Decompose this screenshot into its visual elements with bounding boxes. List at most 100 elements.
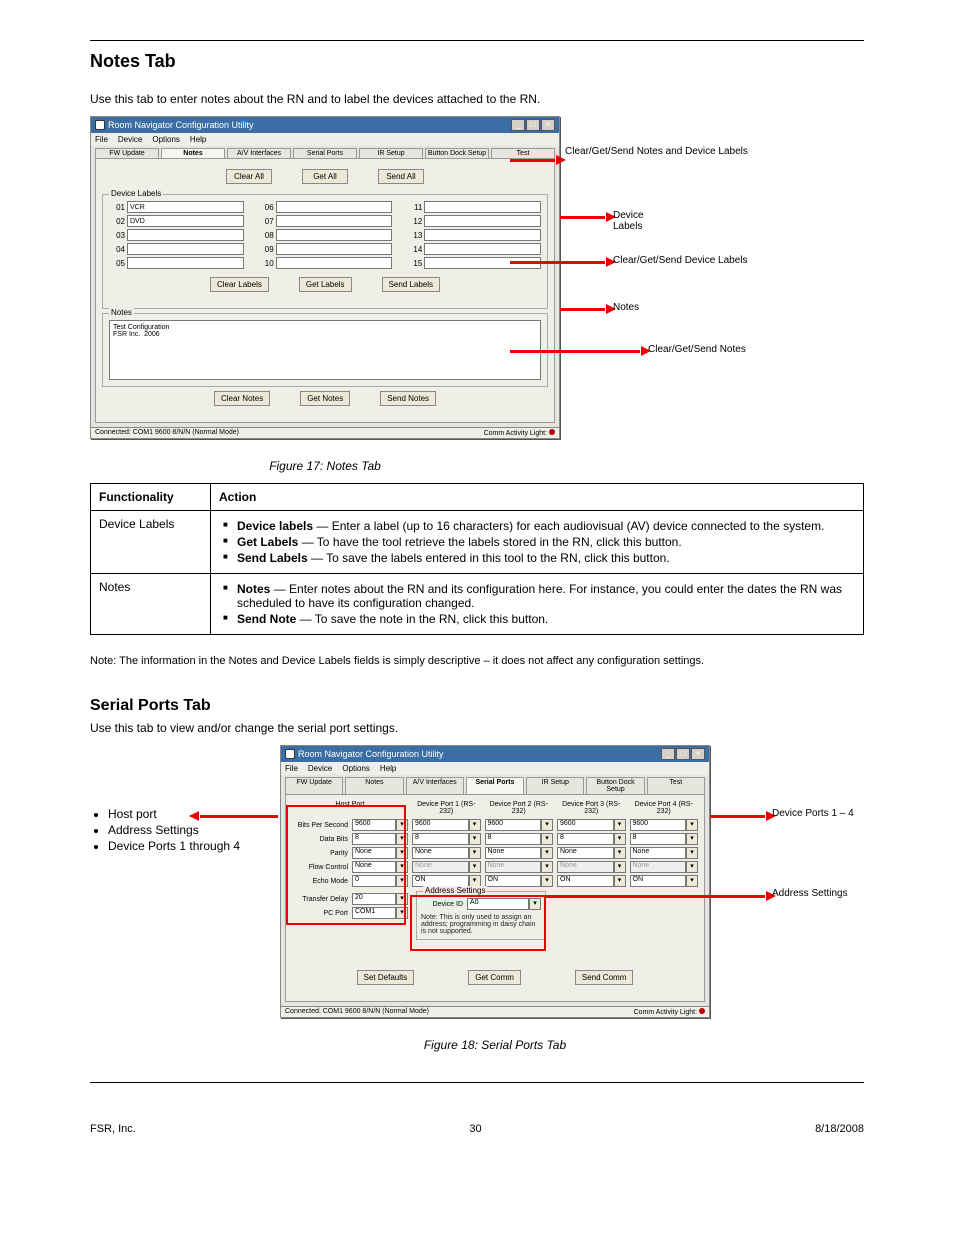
notes-textarea[interactable]: Test Configuration FSR Inc. 2006 xyxy=(109,320,541,380)
device-label-04[interactable] xyxy=(127,243,244,255)
device-label-03[interactable] xyxy=(127,229,244,241)
tab-serial-ports[interactable]: Serial Ports xyxy=(466,777,524,794)
set-defaults-button[interactable]: Set Defaults xyxy=(357,970,415,985)
dropdown-icon[interactable]: ▾ xyxy=(469,819,481,831)
dropdown-icon[interactable]: ▾ xyxy=(469,861,481,873)
tab-notes[interactable]: Notes xyxy=(345,777,403,794)
dropdown-icon[interactable]: ▾ xyxy=(529,898,541,910)
get-comm-button[interactable]: Get Comm xyxy=(468,970,521,985)
menubar[interactable]: FileDeviceOptionsHelp xyxy=(281,762,709,775)
callout-arrow-icon xyxy=(545,895,765,898)
callout-arrow-icon xyxy=(510,261,605,264)
tab-notes[interactable]: Notes xyxy=(161,148,225,158)
device-label-08[interactable] xyxy=(276,229,393,241)
dropdown-icon[interactable]: ▾ xyxy=(541,833,553,845)
tab-button-dock-setup[interactable]: Button Dock Setup xyxy=(425,148,489,158)
tab-test[interactable]: Test xyxy=(647,777,705,794)
device-label-12[interactable] xyxy=(424,215,541,227)
tab-ir-setup[interactable]: IR Setup xyxy=(359,148,423,158)
callout-arrow-icon xyxy=(510,350,640,353)
device-label-11[interactable] xyxy=(424,201,541,213)
get-notes-button[interactable]: Get Notes xyxy=(300,391,350,406)
tab-fw-update[interactable]: FW Update xyxy=(95,148,159,158)
dropdown-icon[interactable]: ▾ xyxy=(541,819,553,831)
app-icon xyxy=(285,749,295,759)
device-label-01[interactable] xyxy=(127,201,244,213)
device-label-05[interactable] xyxy=(127,257,244,269)
tab-button-dock-setup[interactable]: Button Dock Setup xyxy=(586,777,644,794)
dropdown-icon[interactable]: ▾ xyxy=(614,819,626,831)
minimize-button[interactable]: _ xyxy=(511,119,525,131)
device-label-07[interactable] xyxy=(276,215,393,227)
tab-a-v-interfaces[interactable]: A/V Interfaces xyxy=(227,148,291,158)
footer-company: FSR, Inc. xyxy=(90,1123,136,1135)
dropdown-icon[interactable]: ▾ xyxy=(686,833,698,845)
device-label-13[interactable] xyxy=(424,229,541,241)
tab-a-v-interfaces[interactable]: A/V Interfaces xyxy=(406,777,464,794)
functionality-table: FunctionalityAction Device LabelsDevice … xyxy=(90,483,864,635)
dropdown-icon[interactable]: ▾ xyxy=(541,847,553,859)
minimize-button[interactable]: _ xyxy=(661,748,675,760)
clear-all-button[interactable]: Clear All xyxy=(226,169,272,184)
callout-arrow-icon xyxy=(560,308,605,311)
clear-labels-button[interactable]: Clear Labels xyxy=(210,277,269,292)
send-notes-button[interactable]: Send Notes xyxy=(380,391,436,406)
device-label-06[interactable] xyxy=(276,201,393,213)
footer-page: 30 xyxy=(469,1123,481,1135)
footer-date: 8/18/2008 xyxy=(815,1123,864,1135)
serial-intro: Use this tab to view and/or change the s… xyxy=(90,721,864,735)
tab-serial-ports[interactable]: Serial Ports xyxy=(293,148,357,158)
tab-fw-update[interactable]: FW Update xyxy=(285,777,343,794)
device-label-14[interactable] xyxy=(424,243,541,255)
callout-addr: Address Settings xyxy=(772,888,902,899)
send-all-button[interactable]: Send All xyxy=(378,169,424,184)
window-title: Room Navigator Configuration Utility xyxy=(108,120,254,130)
dropdown-icon[interactable]: ▾ xyxy=(396,875,408,887)
device-label-09[interactable] xyxy=(276,243,393,255)
dropdown-icon[interactable]: ▾ xyxy=(614,861,626,873)
send-labels-button[interactable]: Send Labels xyxy=(382,277,440,292)
comm-activity-label: Comm Activity Light: xyxy=(634,1008,705,1016)
clear-notes-button[interactable]: Clear Notes xyxy=(214,391,270,406)
dropdown-icon[interactable]: ▾ xyxy=(396,893,408,905)
notes-group-title: Notes xyxy=(109,308,134,317)
dropdown-icon[interactable]: ▾ xyxy=(614,875,626,887)
dropdown-icon[interactable]: ▾ xyxy=(396,833,408,845)
dropdown-icon[interactable]: ▾ xyxy=(614,833,626,845)
callout-arrow-icon xyxy=(560,216,605,219)
dropdown-icon[interactable]: ▾ xyxy=(686,861,698,873)
dropdown-icon[interactable]: ▾ xyxy=(686,819,698,831)
figure18-caption: Figure 18: Serial Ports Tab xyxy=(280,1038,710,1052)
device-label-02[interactable] xyxy=(127,215,244,227)
tab-test[interactable]: Test xyxy=(491,148,555,158)
dropdown-icon[interactable]: ▾ xyxy=(469,833,481,845)
figure17-caption: Figure 17: Notes Tab xyxy=(90,459,560,473)
close-button[interactable]: × xyxy=(691,748,705,760)
get-all-button[interactable]: Get All xyxy=(302,169,348,184)
maximize-button[interactable]: □ xyxy=(526,119,540,131)
menubar[interactable]: FileDeviceOptionsHelp xyxy=(91,133,559,146)
dropdown-icon[interactable]: ▾ xyxy=(614,847,626,859)
close-button[interactable]: × xyxy=(541,119,555,131)
dropdown-icon[interactable]: ▾ xyxy=(686,875,698,887)
dropdown-icon[interactable]: ▾ xyxy=(396,819,408,831)
device-labels-group-title: Device Labels xyxy=(109,189,163,198)
dropdown-icon[interactable]: ▾ xyxy=(541,875,553,887)
device-id-combo[interactable]: A0 xyxy=(467,898,529,910)
serial-window: Room Navigator Configuration Utility _ □… xyxy=(280,745,710,1018)
dropdown-icon[interactable]: ▾ xyxy=(396,861,408,873)
callout-arrow-icon xyxy=(200,815,278,818)
tab-ir-setup[interactable]: IR Setup xyxy=(526,777,584,794)
maximize-button[interactable]: □ xyxy=(676,748,690,760)
dropdown-icon[interactable]: ▾ xyxy=(469,847,481,859)
dropdown-icon[interactable]: ▾ xyxy=(686,847,698,859)
intro-text: Use this tab to enter notes about the RN… xyxy=(90,92,864,106)
get-labels-button[interactable]: Get Labels xyxy=(299,277,352,292)
dropdown-icon[interactable]: ▾ xyxy=(541,861,553,873)
send-comm-button[interactable]: Send Comm xyxy=(575,970,633,985)
title-bar: Room Navigator Configuration Utility _ □… xyxy=(91,117,559,133)
device-label-10[interactable] xyxy=(276,257,393,269)
dropdown-icon[interactable]: ▾ xyxy=(396,907,408,919)
title-bar: Room Navigator Configuration Utility _ □… xyxy=(281,746,709,762)
dropdown-icon[interactable]: ▾ xyxy=(396,847,408,859)
